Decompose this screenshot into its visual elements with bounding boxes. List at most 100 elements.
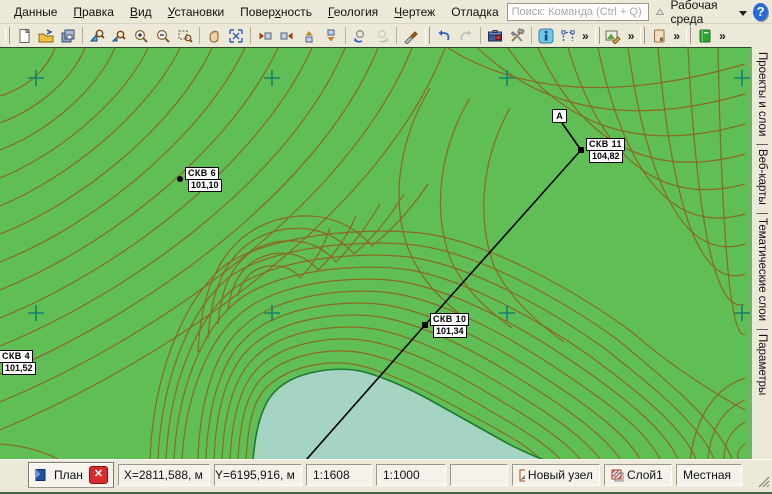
menu-item-4[interactable]: Установки: [160, 2, 233, 22]
toolbar-separator: [531, 27, 532, 44]
map-markers: А СКВ 6101,10 СКВ 11104,82 СКВ 10101,34 СКВ…: [0, 48, 751, 459]
toolbar-grip[interactable]: [425, 27, 430, 44]
menu-items: ДанныеПравкаВидУстановкиПоверхностьГеоло…: [6, 5, 507, 19]
pin-triangle-icon[interactable]: [655, 6, 665, 18]
layer-label: Слой1: [627, 468, 663, 482]
status-bar: План ✕ X=2811,588, м Y=6195,916, м 1:160…: [0, 459, 772, 492]
close-icon[interactable]: ✕: [89, 466, 108, 484]
fit-window-icon[interactable]: [225, 25, 246, 46]
coord-system-field[interactable]: Местная: [676, 464, 742, 486]
toolbar: » » » »: [0, 24, 772, 47]
new-document-icon[interactable]: [13, 25, 34, 46]
survey-point-elevation: 101,34: [433, 325, 467, 338]
coord-system-label: Местная: [683, 468, 731, 482]
side-tab-1[interactable]: Проекты и слои: [756, 50, 768, 138]
profile-start-label[interactable]: А: [552, 109, 567, 123]
toolbar-separator: [250, 27, 251, 44]
toolbar-separator: [82, 27, 83, 44]
scroll-right-icon[interactable]: [276, 25, 297, 46]
side-tab-4[interactable]: Параметры: [756, 323, 768, 397]
toolbar-separator: [345, 27, 346, 44]
survey-point-label[interactable]: СКВ 6101,10: [185, 167, 222, 192]
zoom-out-icon[interactable]: [152, 25, 173, 46]
set-scale-field[interactable]: 1:1000: [376, 464, 446, 486]
scroll-down-icon[interactable]: [320, 25, 341, 46]
toolbar-grip[interactable]: [640, 27, 645, 44]
survey-point-label[interactable]: СКВ 10101,34: [430, 313, 469, 338]
survey-point-label[interactable]: СКВ 11104,82: [586, 138, 625, 163]
menubar-right: Рабочая среда ?: [507, 0, 772, 26]
layer-field[interactable]: Слой1: [604, 464, 672, 486]
menu-item-6[interactable]: Геология: [320, 2, 386, 22]
new-node-icon: [519, 469, 525, 482]
survey-point-dot[interactable]: [578, 147, 584, 153]
survey-point-elevation: 104,82: [589, 150, 623, 163]
menu-item-8[interactable]: Отладка: [443, 2, 506, 22]
survey-point-label[interactable]: СКВ 4101,52: [0, 350, 36, 375]
side-panel-tabs: Проекты и слоиВеб-картыТематические слои…: [751, 47, 772, 459]
side-tab-2[interactable]: Веб-карты: [756, 138, 768, 207]
menu-item-3[interactable]: Вид: [122, 2, 160, 22]
toolbar-overflow-button[interactable]: »: [670, 29, 683, 43]
side-tab-3[interactable]: Тематические слои: [756, 207, 768, 323]
open-folder-icon[interactable]: [35, 25, 56, 46]
tab-plan-label: План: [54, 468, 83, 482]
y-coordinate-field: Y=6195,916, м: [214, 464, 302, 486]
search-input[interactable]: [507, 3, 649, 21]
repaint-brush-icon[interactable]: [400, 25, 421, 46]
toolbar-separator: [199, 27, 200, 44]
zoom-selected-icon[interactable]: [108, 25, 129, 46]
pan-icon[interactable]: [203, 25, 224, 46]
zoom-in-icon[interactable]: [130, 25, 151, 46]
plan-view-icon: [34, 468, 48, 482]
undo-icon[interactable]: [433, 25, 454, 46]
survey-point-elevation: 101,10: [188, 179, 222, 192]
tab-plan[interactable]: План ✕: [28, 462, 114, 488]
toolbar-grip[interactable]: [686, 27, 691, 44]
survey-point-dot[interactable]: [177, 176, 183, 182]
save-all-icon[interactable]: [57, 25, 78, 46]
set-scale-value: 1:1000: [383, 468, 420, 482]
workspace-label: Рабочая среда: [671, 0, 738, 26]
workspace-menu[interactable]: Рабочая среда: [671, 0, 748, 26]
toolbar-overflow-button[interactable]: »: [625, 29, 638, 43]
surface-editor-icon[interactable]: [603, 25, 624, 46]
window-panel-icon[interactable]: [648, 25, 669, 46]
toolbar-overflow-button[interactable]: »: [579, 29, 592, 43]
survey-point-elevation: 101,52: [2, 362, 36, 375]
empty-status-field: [450, 464, 508, 486]
help-book-icon[interactable]: [694, 25, 715, 46]
mode-label: Новый узел: [528, 468, 593, 482]
chevron-down-icon: [739, 11, 747, 16]
scroll-up-icon[interactable]: [298, 25, 319, 46]
menu-item-5[interactable]: Поверхность: [232, 2, 320, 22]
map-canvas[interactable]: А СКВ 6101,10 СКВ 11104,82 СКВ 10101,34 СКВ…: [0, 47, 751, 459]
view-next-icon[interactable]: [371, 25, 392, 46]
main-area: А СКВ 6101,10 СКВ 11104,82 СКВ 10101,34 СКВ…: [0, 47, 772, 459]
menu-item-7[interactable]: Чертеж: [386, 2, 443, 22]
mode-field[interactable]: Новый узел: [512, 464, 600, 486]
toolbar-overflow-button[interactable]: »: [716, 29, 729, 43]
zoom-extents-icon[interactable]: [86, 25, 107, 46]
redo-icon[interactable]: [455, 25, 476, 46]
survey-point-dot[interactable]: [422, 322, 428, 328]
toolbar-grip[interactable]: [595, 27, 600, 44]
toolbar-separator: [396, 27, 397, 44]
toolbar-grip[interactable]: [5, 27, 10, 44]
select-frame-icon[interactable]: [557, 25, 578, 46]
view-previous-icon[interactable]: [349, 25, 370, 46]
info-icon[interactable]: [535, 25, 556, 46]
project-toolbox-icon[interactable]: [484, 25, 505, 46]
toolbar-separator: [480, 27, 481, 44]
x-coordinate-value: X=2811,588, м: [124, 468, 203, 482]
y-coordinate-value: Y=6195,916, м: [215, 468, 295, 482]
menu-item-1[interactable]: Данные: [6, 2, 65, 22]
x-coordinate-field: X=2811,588, м: [118, 464, 210, 486]
menu-bar: ДанныеПравкаВидУстановкиПоверхностьГеоло…: [0, 0, 772, 24]
menu-item-2[interactable]: Правка: [65, 2, 122, 22]
zoom-window-icon[interactable]: [174, 25, 195, 46]
scroll-left-icon[interactable]: [254, 25, 275, 46]
resize-grip[interactable]: [756, 474, 770, 488]
help-icon[interactable]: ?: [753, 3, 768, 21]
settings-tools-icon[interactable]: [506, 25, 527, 46]
